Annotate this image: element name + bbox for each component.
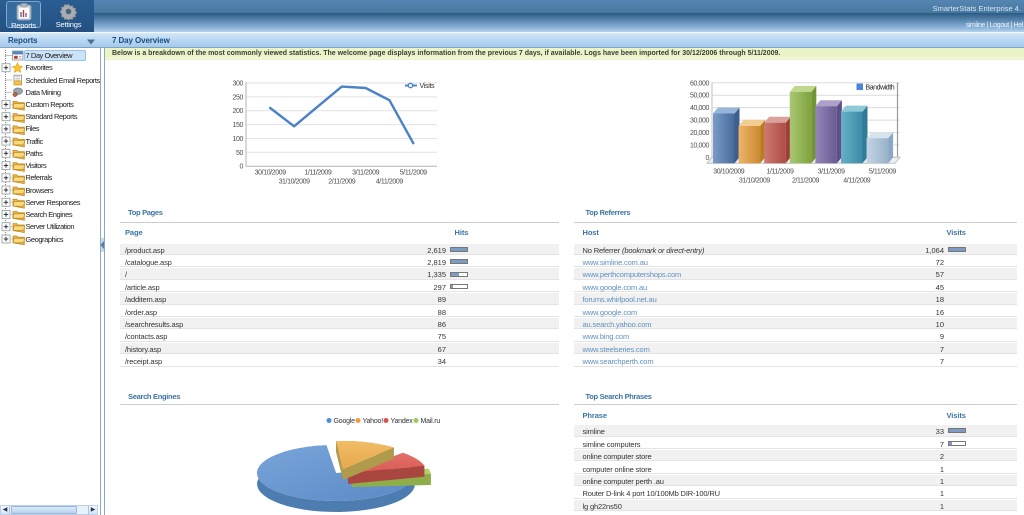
svg-text:Yahoo!: Yahoo!	[363, 418, 384, 425]
svg-text:Yandex: Yandex	[391, 418, 414, 425]
svg-text:Google: Google	[334, 418, 356, 425]
svg-text:Mail.ru: Mail.ru	[421, 418, 441, 425]
